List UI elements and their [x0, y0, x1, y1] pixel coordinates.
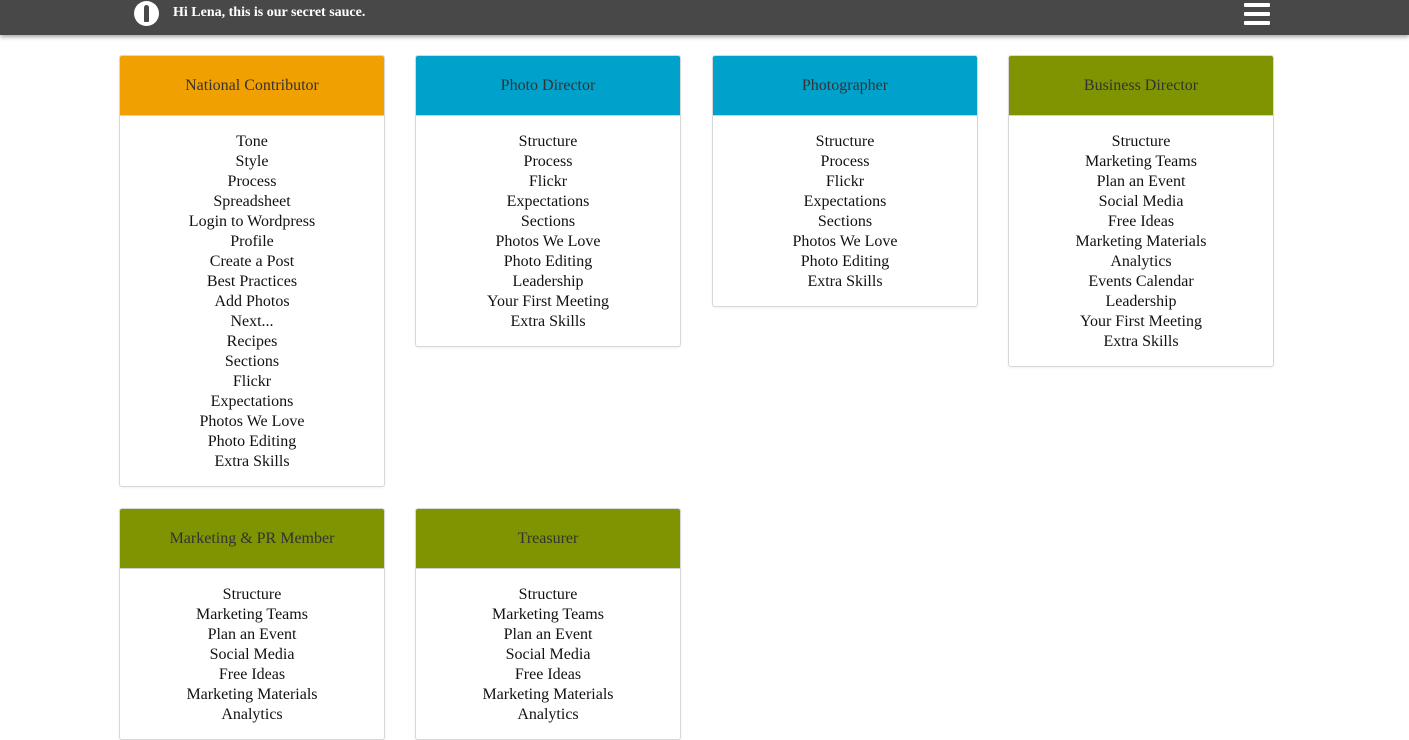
card-link[interactable]: Style [120, 152, 384, 172]
card-link-list: Structure Marketing Teams Plan an Event Soc… [1009, 116, 1273, 366]
card-link[interactable]: Photos We Love [416, 232, 680, 252]
card-link[interactable]: Marketing Teams [1009, 152, 1273, 172]
greeting-text: Hi Lena, this is our secret sauce. [173, 5, 366, 20]
card-link[interactable]: Marketing Materials [120, 685, 384, 705]
card-title: National Contributor [120, 56, 384, 116]
card-link[interactable]: Profile [120, 232, 384, 252]
card-link[interactable]: Flickr [713, 172, 977, 192]
card-link[interactable]: Analytics [120, 705, 384, 725]
card-link[interactable]: Your First Meeting [416, 292, 680, 312]
card-link[interactable]: Extra Skills [713, 272, 977, 292]
card-link[interactable]: Plan an Event [120, 625, 384, 645]
card-link[interactable]: Sections [713, 212, 977, 232]
card-link[interactable]: Marketing Teams [416, 605, 680, 625]
card-link-list: Structure Process Flickr Expectations Sectio… [713, 116, 977, 306]
card-link[interactable]: Structure [416, 132, 680, 152]
spoon-shape [144, 5, 149, 22]
card-link[interactable]: Social Media [416, 645, 680, 665]
top-navbar: Hi Lena, this is our secret sauce. [0, 0, 1409, 35]
card-link[interactable]: Marketing Materials [416, 685, 680, 705]
card-link[interactable]: Expectations [416, 192, 680, 212]
menu-bar [1244, 21, 1270, 25]
card-link[interactable]: Sections [416, 212, 680, 232]
card-link[interactable]: Tone [120, 132, 384, 152]
card-link[interactable]: Leadership [416, 272, 680, 292]
card-link[interactable]: Expectations [120, 392, 384, 412]
card-link-list: Structure Marketing Teams Plan an Event Soc… [416, 569, 680, 739]
card-link[interactable]: Marketing Materials [1009, 232, 1273, 252]
card-link[interactable]: Structure [416, 585, 680, 605]
card-link[interactable]: Flickr [120, 372, 384, 392]
card-title: Business Director [1009, 56, 1273, 116]
card-link[interactable]: Free Ideas [120, 665, 384, 685]
card-title: Photo Director [416, 56, 680, 116]
card-title: Marketing & PR Member [120, 509, 384, 569]
card-link[interactable]: Leadership [1009, 292, 1273, 312]
card-link[interactable]: Login to Wordpress [120, 212, 384, 232]
card-link[interactable]: Spreadsheet [120, 192, 384, 212]
card-link[interactable]: Free Ideas [416, 665, 680, 685]
card-link[interactable]: Photos We Love [713, 232, 977, 252]
card-link[interactable]: Best Practices [120, 272, 384, 292]
card-link[interactable]: Create a Post [120, 252, 384, 272]
card-link[interactable]: Events Calendar [1009, 272, 1273, 292]
card-link[interactable]: Extra Skills [1009, 332, 1273, 352]
card-link[interactable]: Structure [713, 132, 977, 152]
card-link[interactable]: Process [120, 172, 384, 192]
card-link-list: Structure Marketing Teams Plan an Event Soc… [120, 569, 384, 739]
card-link[interactable]: Social Media [1009, 192, 1273, 212]
card-link[interactable]: Structure [1009, 132, 1273, 152]
card-link[interactable]: Expectations [713, 192, 977, 212]
card-link[interactable]: Add Photos [120, 292, 384, 312]
card-link[interactable]: Photo Editing [120, 432, 384, 452]
card-link[interactable]: Photos We Love [120, 412, 384, 432]
role-card-national-contributor: National Contributor Tone Style Process Spre… [119, 55, 385, 487]
card-link[interactable]: Free Ideas [1009, 212, 1273, 232]
card-link[interactable]: Recipes [120, 332, 384, 352]
hamburger-menu-icon[interactable] [1244, 3, 1270, 26]
card-link[interactable]: Flickr [416, 172, 680, 192]
card-link[interactable]: Photo Editing [713, 252, 977, 272]
card-link[interactable]: Next... [120, 312, 384, 332]
card-link[interactable]: Plan an Event [416, 625, 680, 645]
card-link[interactable]: Plan an Event [1009, 172, 1273, 192]
card-link[interactable]: Extra Skills [416, 312, 680, 332]
card-link[interactable]: Process [713, 152, 977, 172]
card-link-list: Structure Process Flickr Expectations Sectio… [416, 116, 680, 346]
card-link[interactable]: Social Media [120, 645, 384, 665]
card-link[interactable]: Photo Editing [416, 252, 680, 272]
role-card-photographer: Photographer Structure Process Flickr Expect… [712, 55, 978, 307]
card-link[interactable]: Sections [120, 352, 384, 372]
role-card-treasurer: Treasurer Structure Marketing Teams Plan an… [415, 508, 681, 740]
card-link[interactable]: Structure [120, 585, 384, 605]
card-link[interactable]: Marketing Teams [120, 605, 384, 625]
menu-bar [1244, 12, 1270, 16]
card-link[interactable]: Analytics [416, 705, 680, 725]
card-title: Photographer [713, 56, 977, 116]
card-link[interactable]: Your First Meeting [1009, 312, 1273, 332]
card-link[interactable]: Analytics [1009, 252, 1273, 272]
role-card-photo-director: Photo Director Structure Process Flickr Expe… [415, 55, 681, 347]
menu-bar [1244, 3, 1270, 7]
spoon-logo-icon[interactable] [134, 1, 159, 26]
card-link-list: Tone Style Process Spreadsheet Login to Word… [120, 116, 384, 486]
role-card-business-director: Business Director Structure Marketing Team… [1008, 55, 1274, 367]
role-card-marketing-pr-member: Marketing & PR Member Structure Marketing … [119, 508, 385, 740]
card-link[interactable]: Extra Skills [120, 452, 384, 472]
card-link[interactable]: Process [416, 152, 680, 172]
card-title: Treasurer [416, 509, 680, 569]
